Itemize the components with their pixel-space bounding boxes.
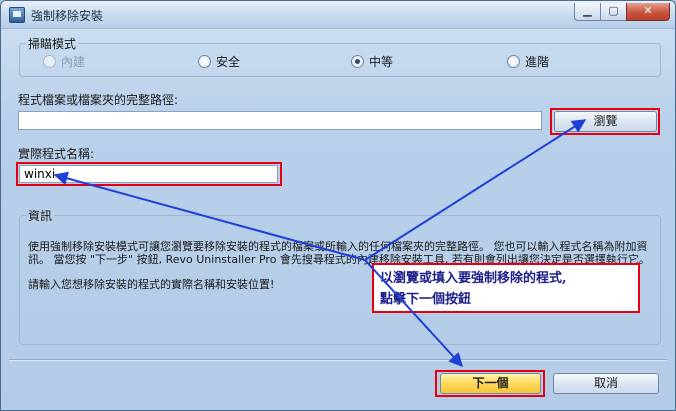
cancel-button[interactable]: 取消 bbox=[553, 373, 659, 394]
radio-safe-label: 安全 bbox=[216, 55, 241, 69]
radio-moderate-dot[interactable] bbox=[351, 55, 364, 68]
scan-mode-legend: 掃瞄模式 bbox=[28, 37, 77, 51]
annotation-line-2: 點擊下一個按鈕 bbox=[380, 292, 472, 307]
radio-safe[interactable]: 安全 bbox=[198, 53, 240, 70]
force-uninstall-window: 強制移除安裝 ▁ ▢ ✕ 掃瞄模式 內建 安全 中等 進階 程式檔案或檔案夾的完… bbox=[0, 0, 676, 411]
annotation-line-1: 以瀏覽或填入要強制移除的程式, bbox=[380, 271, 567, 286]
radio-advanced-dot[interactable] bbox=[507, 55, 520, 68]
radio-builtin[interactable]: 內建 bbox=[43, 53, 85, 70]
maximize-button[interactable]: ▢ bbox=[600, 3, 627, 21]
browse-button[interactable]: 瀏覽 bbox=[554, 111, 657, 132]
path-label: 程式檔案或檔案夾的完整路徑: bbox=[18, 93, 179, 107]
radio-moderate[interactable]: 中等 bbox=[351, 53, 393, 70]
radio-moderate-label: 中等 bbox=[369, 55, 394, 69]
radio-safe-dot[interactable] bbox=[198, 55, 211, 68]
program-name-label: 實際程式名稱: bbox=[18, 147, 95, 161]
footer-divider bbox=[9, 359, 667, 361]
radio-advanced-label: 進階 bbox=[525, 55, 550, 69]
app-icon bbox=[9, 7, 25, 23]
minimize-button[interactable]: ▁ bbox=[574, 3, 601, 21]
window-title: 強制移除安裝 bbox=[31, 9, 104, 23]
title-bar[interactable]: 強制移除安裝 ▁ ▢ ✕ bbox=[1, 1, 675, 29]
dialog-content: 掃瞄模式 內建 安全 中等 進階 程式檔案或檔案夾的完整路徑: 瀏覽 實際程式名… bbox=[1, 29, 675, 410]
radio-builtin-dot[interactable] bbox=[43, 55, 56, 68]
program-name-input[interactable] bbox=[19, 165, 278, 183]
scan-mode-group: 掃瞄模式 bbox=[19, 35, 661, 77]
close-button[interactable]: ✕ bbox=[626, 3, 670, 21]
radio-builtin-label: 內建 bbox=[61, 55, 86, 69]
path-input[interactable] bbox=[18, 111, 542, 130]
radio-advanced[interactable]: 進階 bbox=[507, 53, 549, 70]
next-button[interactable]: 下一個 bbox=[440, 373, 541, 394]
annotation-callout: 以瀏覽或填入要強制移除的程式, 點擊下一個按鈕 bbox=[372, 263, 640, 313]
info-legend: 資訊 bbox=[28, 209, 53, 223]
